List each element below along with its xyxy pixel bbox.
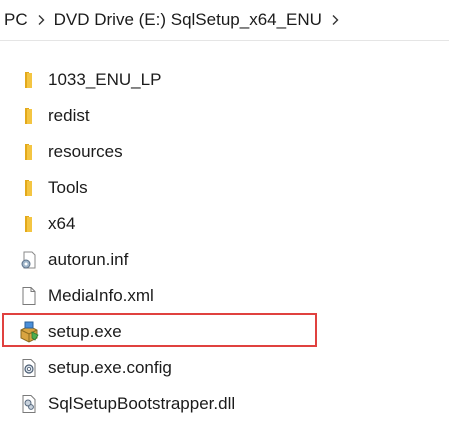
address-bar: PC DVD Drive (E:) SqlSetup_x64_ENU — [0, 0, 449, 41]
chevron-right-icon[interactable] — [32, 10, 50, 30]
list-item-mediainfo-xml[interactable]: MediaInfo.xml — [0, 278, 449, 314]
breadcrumb-item-pc[interactable]: PC — [0, 10, 32, 30]
folder-icon — [18, 105, 40, 127]
file-name: setup.exe.config — [48, 358, 172, 377]
file-name: MediaInfo.xml — [48, 286, 154, 305]
file-name: Tools — [48, 178, 88, 197]
file-name: 1033_ENU_LP — [48, 70, 162, 89]
list-item-x64[interactable]: x64 — [0, 206, 449, 242]
file-list: 1033_ENU_LP redist resources Tools x64 a… — [0, 62, 449, 422]
file-name: redist — [48, 106, 90, 125]
file-name: x64 — [48, 214, 76, 233]
file-name: setup.exe — [48, 322, 122, 341]
folder-icon — [18, 141, 40, 163]
list-item-autorun-inf[interactable]: autorun.inf — [0, 242, 449, 278]
file-name: resources — [48, 142, 123, 161]
folder-icon — [18, 177, 40, 199]
file-name: autorun.inf — [48, 250, 129, 269]
installer-icon — [18, 321, 40, 343]
list-item-setup-exe[interactable]: setup.exe — [0, 314, 449, 350]
settings-file-icon — [18, 249, 40, 271]
folder-icon — [18, 69, 40, 91]
list-item-setup-exe-config[interactable]: setup.exe.config — [0, 350, 449, 386]
dll-file-icon — [18, 393, 40, 415]
list-item-resources[interactable]: resources — [0, 134, 449, 170]
folder-icon — [18, 213, 40, 235]
list-item-tools[interactable]: Tools — [0, 170, 449, 206]
breadcrumb-item-dvd-drive[interactable]: DVD Drive (E:) SqlSetup_x64_ENU — [50, 10, 326, 30]
file-name: SqlSetupBootstrapper.dll — [48, 394, 236, 413]
document-icon — [18, 285, 40, 307]
chevron-right-icon[interactable] — [326, 10, 344, 30]
list-item-redist[interactable]: redist — [0, 98, 449, 134]
list-item-sqlsetupbootstrapper-dll[interactable]: SqlSetupBootstrapper.dll — [0, 386, 449, 422]
list-item-1033-enu-lp[interactable]: 1033_ENU_LP — [0, 62, 449, 98]
config-file-icon — [18, 357, 40, 379]
